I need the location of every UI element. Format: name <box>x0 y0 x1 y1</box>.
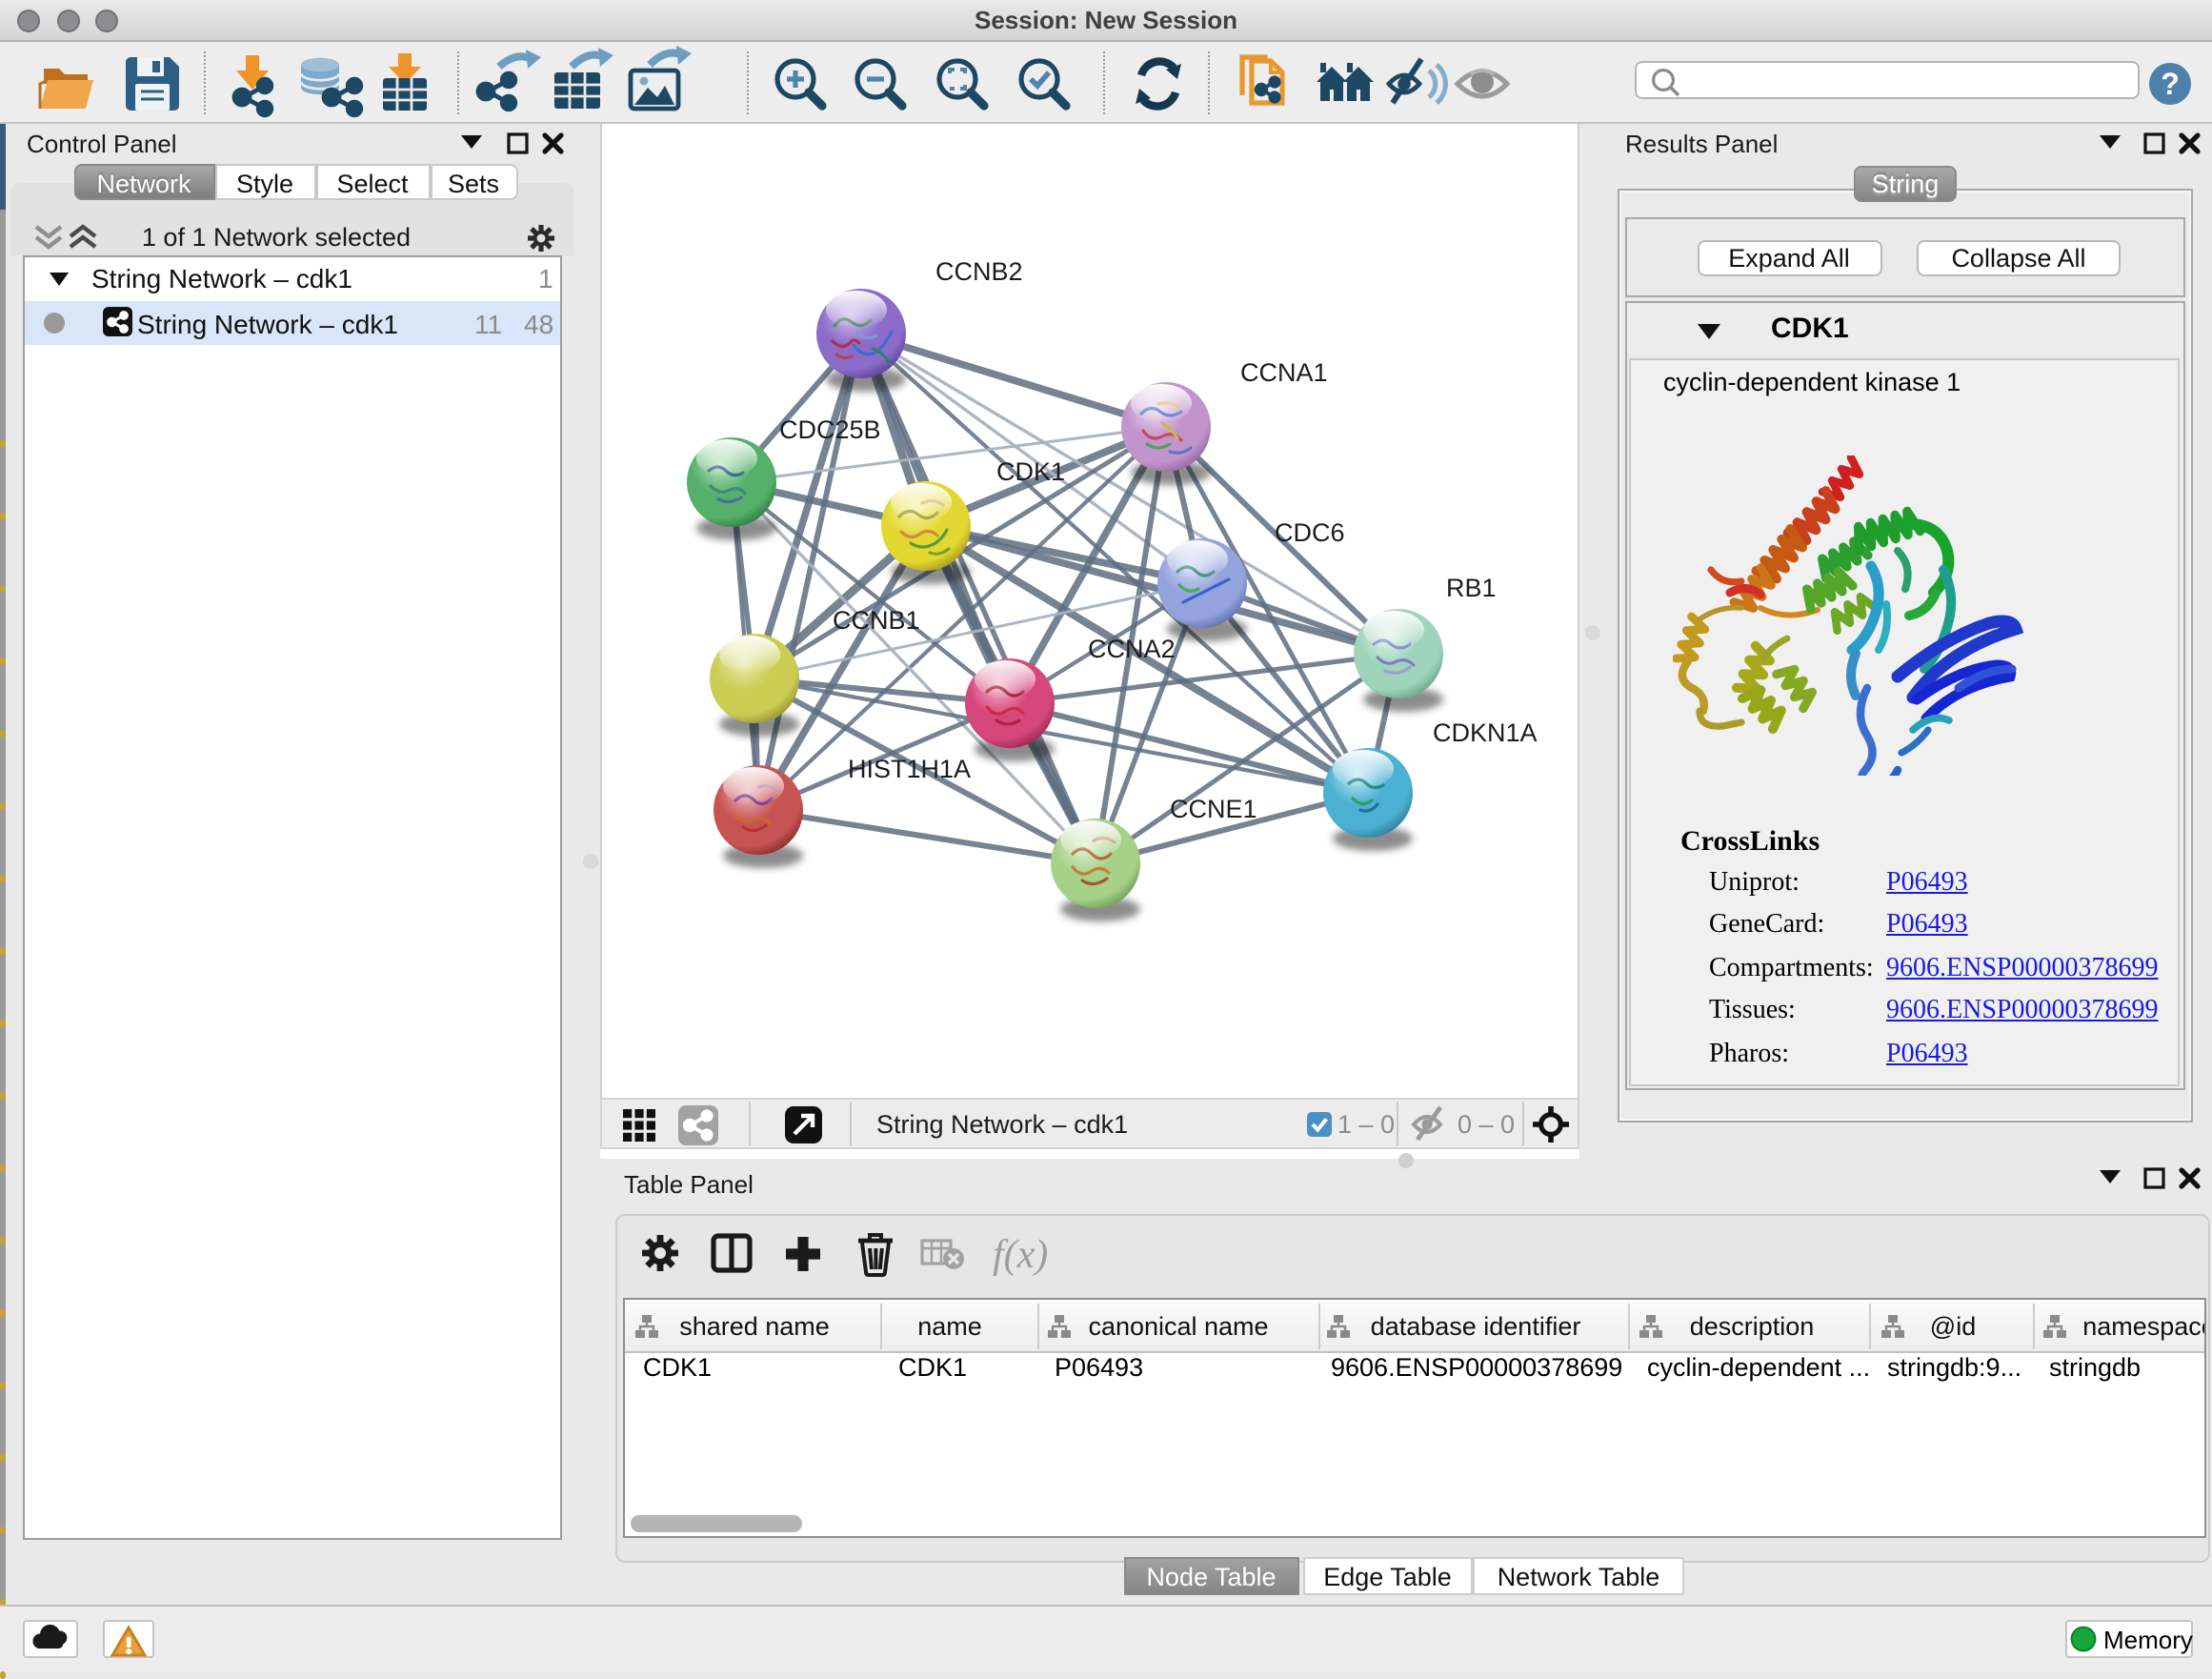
svg-text:CDKN1A: CDKN1A <box>1433 718 1538 747</box>
svg-text:shared name: shared name <box>678 1312 829 1341</box>
svg-text:database identifier: database identifier <box>1370 1312 1580 1341</box>
svg-text:CCNB2: CCNB2 <box>935 257 1023 286</box>
svg-text:1 – 0: 1 – 0 <box>1337 1109 1395 1138</box>
svg-text:CDK1: CDK1 <box>996 457 1065 486</box>
svg-text:f(x): f(x) <box>993 1233 1048 1277</box>
svg-text:CCNA2: CCNA2 <box>1088 635 1176 663</box>
svg-text:?: ? <box>2161 67 2180 101</box>
svg-text:description: description <box>1689 1312 1814 1341</box>
svg-text:String Network – cdk1: String Network – cdk1 <box>876 1109 1128 1138</box>
svg-text:CCNB1: CCNB1 <box>833 606 920 635</box>
svg-text:name: name <box>916 1312 981 1341</box>
svg-text:@id: @id <box>1929 1312 1975 1341</box>
svg-text:CDC6: CDC6 <box>1275 518 1345 547</box>
svg-text:canonical name: canonical name <box>1087 1312 1267 1341</box>
svg-text:CCNA1: CCNA1 <box>1240 358 1328 387</box>
svg-text:HIST1H1A: HIST1H1A <box>848 755 971 783</box>
svg-text:namespace: namespace <box>2081 1312 2203 1341</box>
svg-text:RB1: RB1 <box>1446 574 1497 602</box>
svg-text:0 – 0: 0 – 0 <box>1458 1109 1515 1138</box>
svg-text:CCNE1: CCNE1 <box>1170 795 1257 823</box>
svg-text:CDC25B: CDC25B <box>779 415 881 444</box>
